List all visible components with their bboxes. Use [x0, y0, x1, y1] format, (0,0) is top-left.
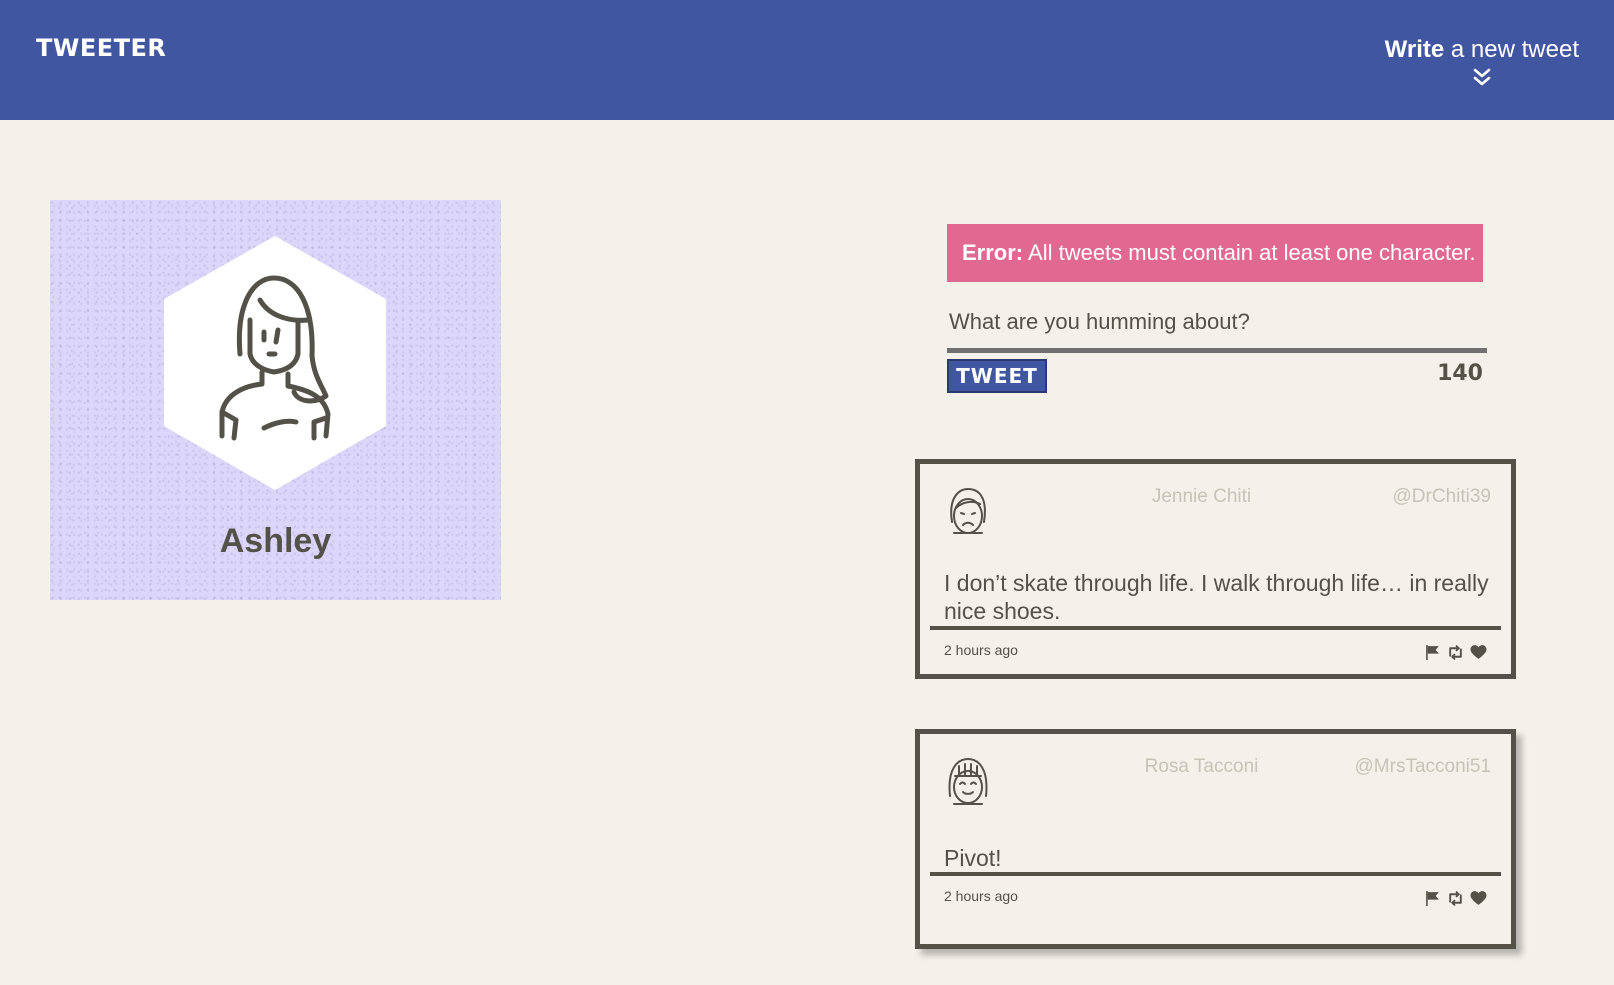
tweet-divider — [930, 872, 1501, 876]
tweet-timestamp: 2 hours ago — [944, 642, 1018, 658]
tweet-button[interactable]: TWEET — [947, 359, 1047, 393]
flag-icon[interactable] — [1424, 644, 1441, 661]
heart-icon[interactable] — [1470, 890, 1487, 907]
retweet-icon[interactable] — [1447, 890, 1464, 907]
double-chevron-down-icon[interactable] — [1471, 66, 1493, 88]
logo[interactable]: TWEETER — [36, 34, 166, 62]
retweet-icon[interactable] — [1447, 644, 1464, 661]
write-new-tweet-toggle[interactable]: Write a new tweet — [1385, 36, 1579, 88]
write-label-rest: a new tweet — [1444, 36, 1579, 63]
heart-icon[interactable] — [1470, 644, 1487, 661]
tweet-author-handle[interactable]: @MrsTacconi51 — [1355, 756, 1492, 778]
tweet-card: Jennie Chiti @DrChiti39 I don’t skate th… — [915, 459, 1516, 679]
tweet-author-handle[interactable]: @DrChiti39 — [1393, 486, 1491, 508]
tweet-body: Pivot! — [944, 845, 1002, 871]
top-nav: TWEETER Write a new tweet — [0, 0, 1614, 120]
tweet-card: Rosa Tacconi @MrsTacconi51 Pivot! 2 hour… — [915, 729, 1516, 949]
tweet-body: I don’t skate through life. I walk throu… — [944, 570, 1489, 624]
write-label-bold: Write — [1384, 36, 1445, 63]
tweet-divider — [930, 626, 1501, 630]
tweet-timestamp: 2 hours ago — [944, 888, 1018, 904]
profile-card: Ashley — [50, 200, 501, 600]
error-banner: Error: All tweets must contain at least … — [947, 224, 1483, 282]
tweet-actions — [1424, 890, 1487, 907]
composer-footer: TWEET 140 — [947, 359, 1483, 399]
tweet-composer: Error: All tweets must contain at least … — [947, 224, 1487, 399]
tweet-actions — [1424, 644, 1487, 661]
char-counter: 140 — [1437, 361, 1483, 386]
flag-icon[interactable] — [1424, 890, 1441, 907]
profile-name: Ashley — [219, 522, 332, 560]
error-message: All tweets must contain at least one cha… — [1023, 240, 1476, 265]
error-label: Error: — [962, 240, 1024, 265]
girl-avatar-icon — [164, 236, 386, 490]
tweet-input[interactable] — [947, 296, 1487, 353]
